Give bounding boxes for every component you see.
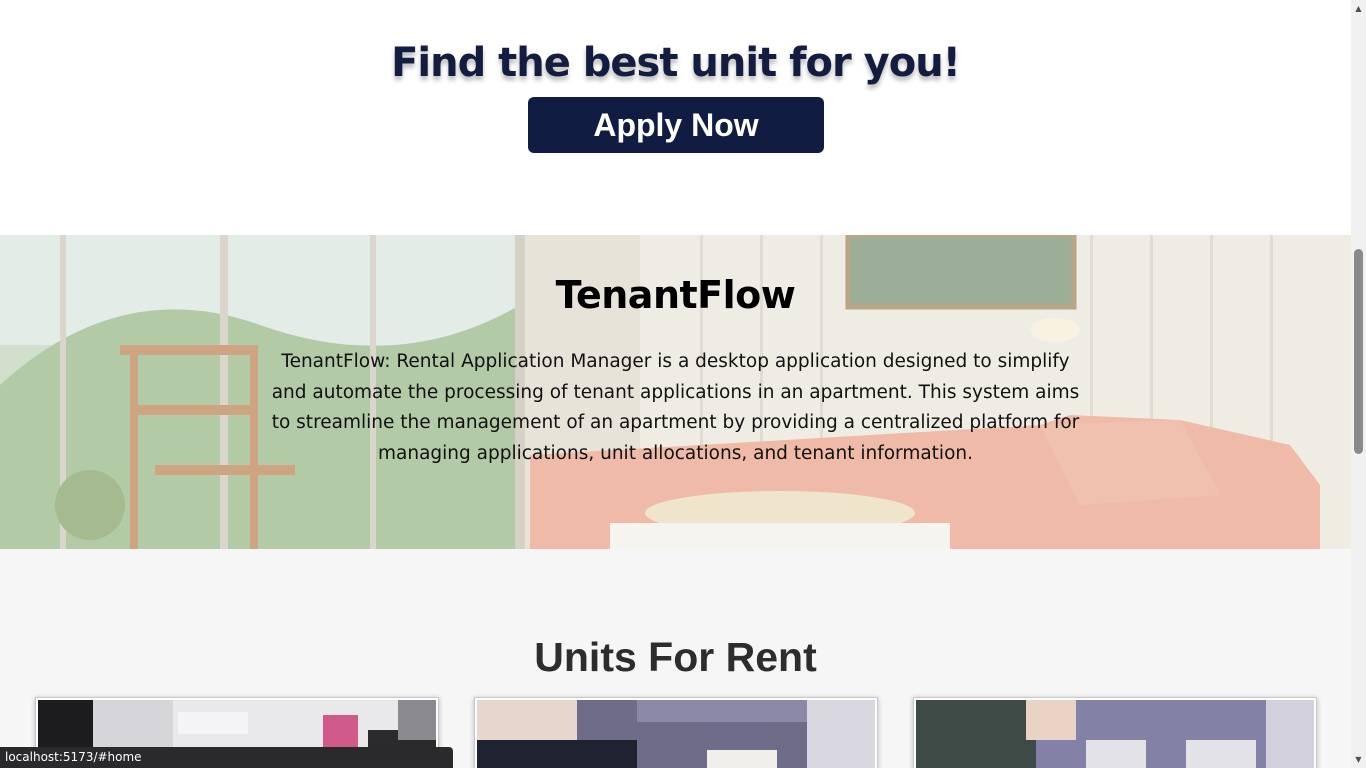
units-section: Units For Rent bbox=[0, 549, 1351, 768]
scrollbar-thumb[interactable] bbox=[1354, 249, 1363, 454]
vertical-scrollbar[interactable]: ▲ ▼ bbox=[1351, 0, 1366, 768]
scroll-down-arrow-icon[interactable]: ▼ bbox=[1351, 751, 1366, 768]
unit-card-2[interactable] bbox=[474, 697, 878, 768]
page-content: Find the best unit for you! Apply Now Te… bbox=[0, 0, 1351, 768]
scroll-up-arrow-icon[interactable]: ▲ bbox=[1351, 0, 1366, 17]
about-section: TenantFlow TenantFlow: Rental Applicatio… bbox=[0, 235, 1351, 549]
hero-title: Find the best unit for you! bbox=[391, 40, 961, 86]
unit-photo-3 bbox=[916, 700, 1314, 768]
page: Find the best unit for you! Apply Now Te… bbox=[0, 0, 1366, 768]
about-description: TenantFlow: Rental Application Manager i… bbox=[271, 351, 1080, 465]
link-status-bar: localhost:5173/#home bbox=[0, 747, 453, 768]
about-title: TenantFlow bbox=[555, 273, 796, 317]
hero-section: Find the best unit for you! Apply Now bbox=[0, 0, 1351, 235]
apply-now-button[interactable]: Apply Now bbox=[528, 97, 824, 153]
unit-card-3[interactable] bbox=[913, 697, 1317, 768]
units-title: Units For Rent bbox=[534, 634, 817, 680]
unit-photo-2 bbox=[477, 700, 875, 768]
